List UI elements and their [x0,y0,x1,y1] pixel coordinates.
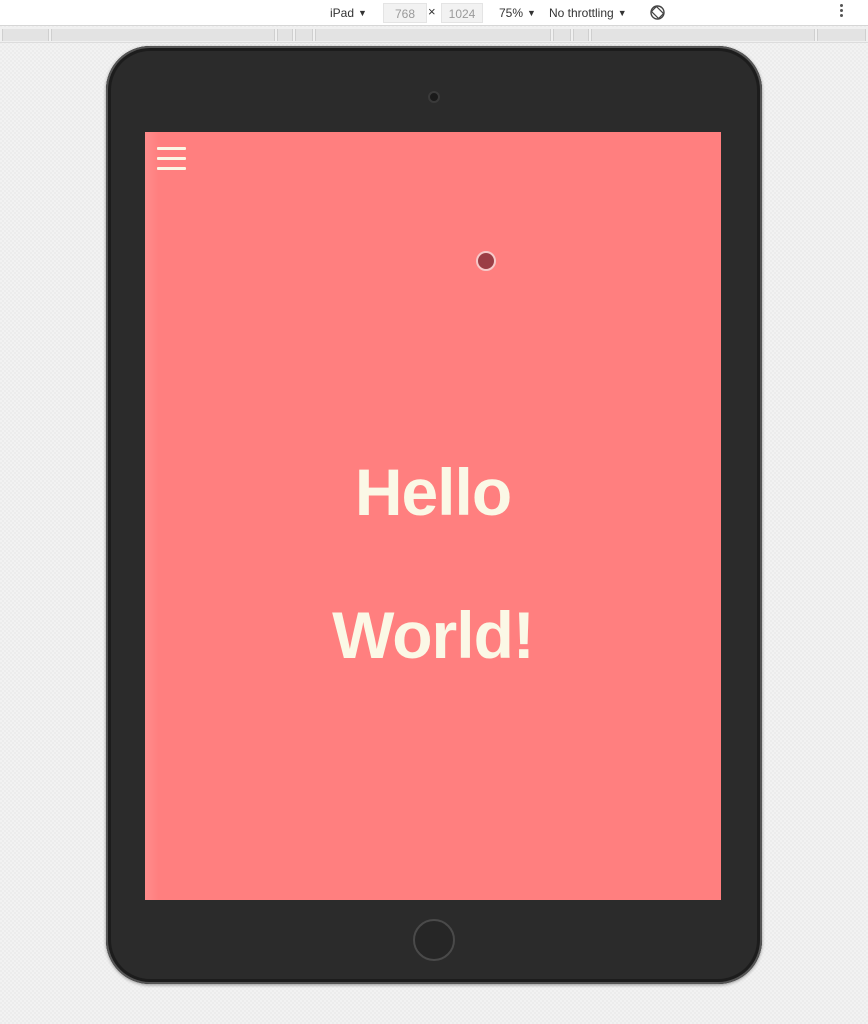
device-toolbar: iPad ▼ 768 × 1024 75% ▼ No throttling ▼ [0,0,868,26]
media-query-segment[interactable] [51,29,275,41]
hamburger-icon[interactable] [157,147,186,170]
media-query-segment[interactable] [295,29,313,41]
media-query-segment[interactable] [553,29,571,41]
heading-line-2: World! [332,598,535,672]
rotate-icon[interactable] [649,4,666,21]
heading-line-1: Hello [354,455,512,529]
camera-icon [428,91,440,103]
dimension-separator: × [428,4,436,19]
throttling-select-label: No throttling [549,6,614,20]
device-select-label: iPad [330,6,355,20]
touch-cursor [476,251,496,271]
throttling-select[interactable]: No throttling ▼ [549,5,627,21]
throttling-caret-icon: ▼ [617,8,627,18]
media-query-segment[interactable] [2,29,49,41]
zoom-select-label: 75% [499,6,524,20]
media-query-segment[interactable] [591,29,815,41]
device-caret-icon: ▼ [358,8,367,18]
device-screen: Hello World! [145,132,721,900]
width-input[interactable]: 768 [383,3,427,23]
zoom-select[interactable]: 75% ▼ [499,5,536,21]
media-query-segment[interactable] [315,29,551,41]
media-query-segment[interactable] [277,29,293,41]
home-button[interactable] [413,919,455,961]
media-query-segment[interactable] [817,29,866,41]
device-select[interactable]: iPad ▼ [330,5,367,21]
zoom-caret-icon: ▼ [527,8,536,18]
media-query-segment[interactable] [573,29,589,41]
more-vertical-icon[interactable] [838,3,844,21]
media-query-bar [0,27,868,43]
height-input[interactable]: 1024 [441,3,483,23]
